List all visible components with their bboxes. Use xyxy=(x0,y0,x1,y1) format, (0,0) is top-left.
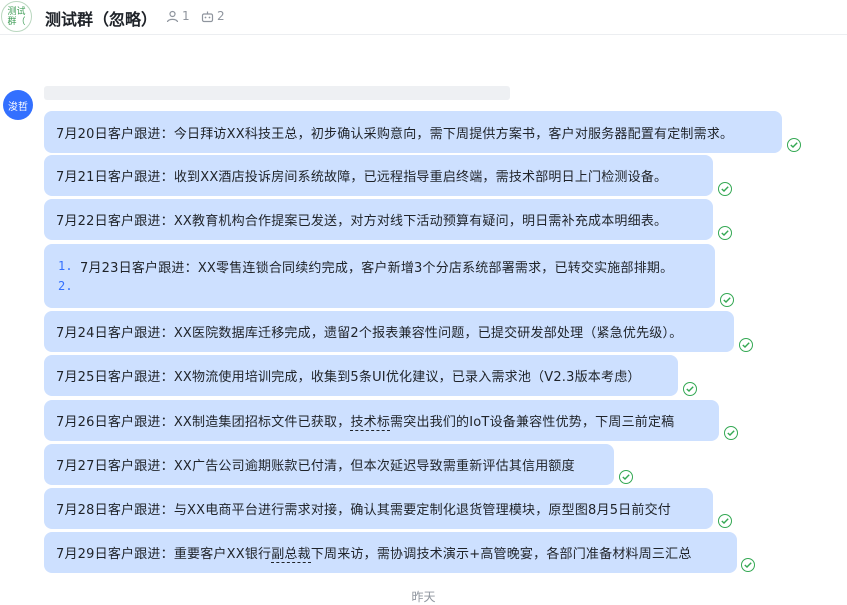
message-bubble[interactable]: 7月22日客户跟进：XX教育机构合作提案已发送，对方对线下活动预算有疑问，明日需… xyxy=(44,199,713,240)
message-text: 7月24日客户跟进：XX医院数据库迁移完成，遗留2个报表兼容性问题，已提交研发部… xyxy=(56,326,683,341)
read-check-icon xyxy=(739,338,753,352)
sender-avatar[interactable]: 浚哲 xyxy=(3,90,33,120)
message-bubble[interactable]: 7月20日客户跟进：今日拜访XX科技王总，初步确认采购意向，需下周提供方案书，客… xyxy=(44,111,782,153)
read-check-icon xyxy=(718,226,732,240)
member-count-text: 1 xyxy=(182,9,190,23)
message-bubble[interactable]: 7月29日客户跟进：重要客户XX银行副总裁下周来访，需协调技术演示+高管晚宴，各… xyxy=(44,532,737,573)
message-bubble[interactable]: 7月27日客户跟进：XX广告公司逾期账款已付清，但本次延迟导致需重新评估其信用额… xyxy=(44,444,614,485)
sender-avatar-text: 浚哲 xyxy=(8,101,28,113)
list-number: 2. xyxy=(58,279,73,293)
dotted-underline-text[interactable]: 技术标 xyxy=(350,415,391,431)
read-check-icon xyxy=(720,293,734,307)
message-text-part: 7月26日客户跟进：XX制造集团招标文件已获取， xyxy=(56,415,351,430)
list-number: 1. xyxy=(58,259,73,273)
message-text: 7月21日客户跟进：收到XX酒店投诉房间系统故障，已远程指导重启终端，需技术部明… xyxy=(56,170,668,185)
group-avatar[interactable]: 测试群（ xyxy=(1,1,32,32)
read-check-icon xyxy=(741,558,755,572)
bot-count[interactable]: 2 xyxy=(201,9,225,23)
member-count[interactable]: 1 xyxy=(166,9,190,23)
bot-count-text: 2 xyxy=(217,9,225,23)
group-title[interactable]: 测试群（忽略） xyxy=(45,6,157,30)
dotted-underline-text[interactable]: 副总裁 xyxy=(271,547,311,563)
read-check-icon xyxy=(724,426,738,440)
chat-header: 测试群（ 测试群（忽略） 1 2 xyxy=(0,0,847,34)
message-bubble[interactable]: 7月28日客户跟进：与XX电商平台进行需求对接，确认其需要定制化退货管理模块，原… xyxy=(44,488,713,529)
sender-name-redacted xyxy=(44,86,510,100)
read-check-icon xyxy=(787,138,801,152)
read-check-icon xyxy=(718,514,732,528)
message-text-part: 需突出我们的IoT设备兼容性优势，下周三前定稿 xyxy=(390,415,675,430)
message-bubble[interactable]: 7月25日客户跟进：XX物流使用培训完成，收集到5条UI优化建议，已录入需求池（… xyxy=(44,355,678,396)
message-text: 7月27日客户跟进：XX广告公司逾期账款已付清，但本次延迟导致需重新评估其信用额… xyxy=(56,459,575,474)
date-separator: 昨天 xyxy=(411,590,436,604)
message-text: 7月20日客户跟进：今日拜访XX科技王总，初步确认采购意向，需下周提供方案书，客… xyxy=(56,126,734,142)
message-text: 7月25日客户跟进：XX物流使用培训完成，收集到5条UI优化建议，已录入需求池（… xyxy=(56,370,641,385)
message-bubble[interactable]: 7月21日客户跟进：收到XX酒店投诉房间系统故障，已远程指导重启终端，需技术部明… xyxy=(44,155,713,196)
group-avatar-text: 测试群（ xyxy=(7,6,26,27)
message-text-part: 下周来访，需协调技术演示+高管晚宴，各部门准备材料周三汇总 xyxy=(310,547,692,562)
message-text: 7月29日客户跟进：重要客户XX银行副总裁下周来访，需协调技术演示+高管晚宴，各… xyxy=(56,543,692,563)
message-bubble[interactable]: 7月24日客户跟进：XX医院数据库迁移完成，遗留2个报表兼容性问题，已提交研发部… xyxy=(44,311,734,352)
read-check-icon xyxy=(683,382,697,396)
message-text: 7月22日客户跟进：XX教育机构合作提案已发送，对方对线下活动预算有疑问，明日需… xyxy=(56,214,668,229)
message-text-part: 7月29日客户跟进：重要客户XX银行 xyxy=(56,547,272,562)
list-item-text: 7月23日客户跟进：XX零售连锁合同续约完成，客户新增3个分店系统部署需求，已转… xyxy=(80,260,674,276)
message-bubble[interactable]: 7月26日客户跟进：XX制造集团招标文件已获取，技术标需突出我们的IoT设备兼容… xyxy=(44,400,719,441)
list-item: 1. 7月23日客户跟进：XX零售连锁合同续约完成，客户新增3个分店系统部署需求… xyxy=(58,256,673,276)
header-divider xyxy=(0,34,847,35)
members-icon xyxy=(166,10,179,22)
list-item: 2. xyxy=(58,276,80,296)
read-check-icon xyxy=(718,182,732,196)
read-check-icon xyxy=(619,470,633,484)
bot-icon xyxy=(201,11,214,22)
message-bubble-list[interactable]: 1. 7月23日客户跟进：XX零售连锁合同续约完成，客户新增3个分店系统部署需求… xyxy=(44,244,715,308)
message-text: 7月28日客户跟进：与XX电商平台进行需求对接，确认其需要定制化退货管理模块，原… xyxy=(56,503,671,518)
message-text: 7月26日客户跟进：XX制造集团招标文件已获取，技术标需突出我们的IoT设备兼容… xyxy=(56,411,675,431)
